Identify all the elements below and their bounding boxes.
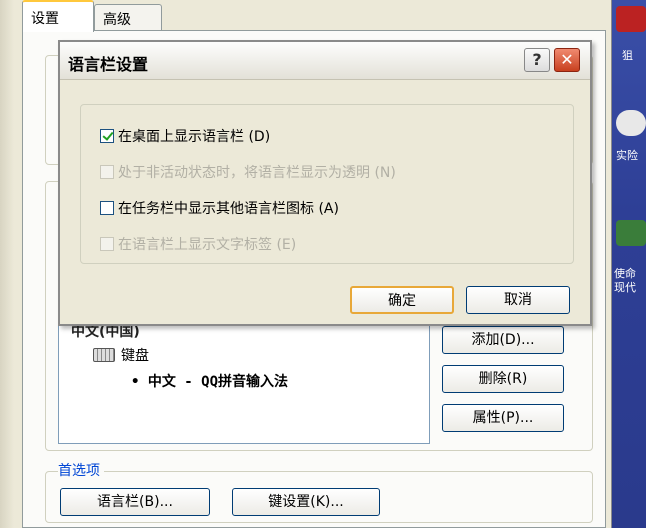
preferences-group-title: 首选项 <box>58 460 104 480</box>
option-label: 处于非活动状态时，将语言栏显示为透明 (N) <box>118 165 396 181</box>
help-button[interactable]: ? <box>524 48 550 72</box>
option-label: 在桌面上显示语言栏 (D) <box>118 129 271 145</box>
checkbox-show-on-desktop[interactable] <box>100 129 114 143</box>
option-label: 在任务栏中显示其他语言栏图标 (A) <box>118 201 339 217</box>
desktop-shortcut-icon[interactable] <box>616 220 646 246</box>
add-button[interactable]: 添加(D)... <box>442 326 564 354</box>
desktop-label: 现代 <box>614 281 636 294</box>
keyboard-icon <box>93 348 115 362</box>
language-bar-button[interactable]: 语言栏(B)... <box>60 488 210 516</box>
desktop-background: 狙 实险 使命 现代 <box>612 0 646 528</box>
key-settings-button[interactable]: 键设置(K)... <box>232 488 380 516</box>
list-item-keyboard[interactable]: 键盘 <box>93 345 149 365</box>
language-bar-settings-dialog: 语言栏设置 ? ✕ 在桌面上显示语言栏 (D) 处于非活动状态时，将语言栏显示为… <box>58 40 592 326</box>
tab-advanced[interactable]: 高级 <box>94 4 162 30</box>
option-text-labels: 在语言栏上显示文字标签 (E) <box>100 234 296 254</box>
desktop-label: 使命 <box>614 267 636 280</box>
cancel-button[interactable]: 取消 <box>466 286 570 314</box>
option-show-on-desktop[interactable]: 在桌面上显示语言栏 (D) <box>100 126 270 146</box>
option-label: 在语言栏上显示文字标签 (E) <box>118 237 297 253</box>
desktop-label: 实险 <box>616 149 638 162</box>
installed-services-list[interactable]: 中文(中国) 键盘 • 中文 - QQ拼音输入法 <box>58 320 430 444</box>
checkbox-extra-taskbar-icons[interactable] <box>100 201 114 215</box>
list-item-input-method[interactable]: • 中文 - QQ拼音输入法 <box>131 371 288 391</box>
window-edge <box>0 0 14 528</box>
close-button[interactable]: ✕ <box>554 48 580 72</box>
properties-button[interactable]: 属性(P)... <box>442 404 564 432</box>
remove-button[interactable]: 删除(R) <box>442 365 564 393</box>
desktop-label: 狙 <box>622 49 633 62</box>
desktop-shortcut-icon[interactable] <box>616 110 646 136</box>
checkbox-transparent-when-inactive <box>100 165 114 179</box>
list-item-label: 键盘 <box>121 348 149 364</box>
ok-button[interactable]: 确定 <box>350 286 454 314</box>
dialog-title-bar[interactable]: 语言栏设置 ? ✕ <box>60 42 590 80</box>
option-extra-taskbar-icons[interactable]: 在任务栏中显示其他语言栏图标 (A) <box>100 198 339 218</box>
tab-settings[interactable]: 设置 <box>22 0 94 32</box>
checkbox-text-labels <box>100 237 114 251</box>
dialog-title: 语言栏设置 <box>68 55 149 74</box>
desktop-shortcut-icon[interactable] <box>616 6 646 32</box>
option-transparent-when-inactive: 处于非活动状态时，将语言栏显示为透明 (N) <box>100 162 396 182</box>
